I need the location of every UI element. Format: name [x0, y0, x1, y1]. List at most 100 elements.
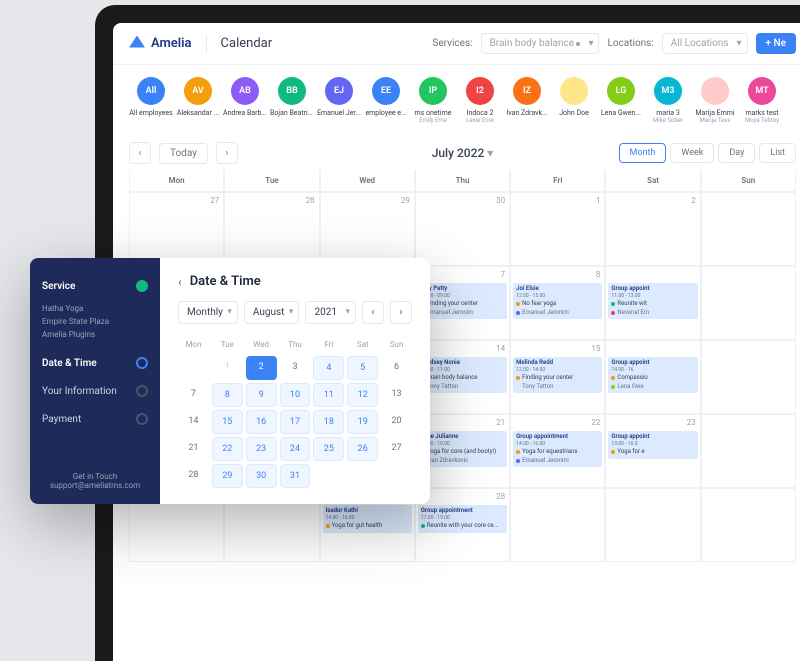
brand-logo[interactable]: Amelia	[129, 36, 192, 52]
mini-day[interactable]: 14	[178, 410, 209, 434]
mini-prev-button[interactable]: ‹	[362, 301, 384, 324]
mini-next-button[interactable]: ›	[390, 301, 412, 324]
mini-day[interactable]: 18	[313, 410, 344, 434]
mini-day[interactable]: 25	[313, 437, 344, 461]
employee-4[interactable]: EJEmanuel Jer...	[317, 77, 361, 124]
calendar-cell[interactable]: 27	[129, 192, 224, 266]
calendar-cell[interactable]: 1	[510, 192, 605, 266]
employee-11[interactable]: M3maria 3Mike Sober	[646, 77, 690, 124]
services-select[interactable]: Brain body balance	[481, 33, 600, 54]
calendar-event[interactable]: Joi Elsie12.00 - 15.00No fear yogaEmanue…	[513, 283, 602, 319]
mini-day[interactable]: 15	[212, 410, 243, 434]
avatar: All	[137, 77, 165, 105]
calendar-cell[interactable]	[510, 488, 605, 562]
step-service[interactable]: Service	[42, 272, 148, 300]
calendar-title[interactable]: July 2022 ▾	[432, 146, 494, 160]
mini-day[interactable]: 22	[212, 437, 243, 461]
prev-button[interactable]: ‹	[129, 142, 151, 164]
calendar-cell[interactable]: Group appoint11.00 - 13.00Reunite witNev…	[605, 266, 700, 340]
mini-day[interactable]: 6	[381, 356, 412, 380]
locations-select[interactable]: All Locations	[662, 33, 748, 54]
new-button[interactable]: + Ne	[756, 33, 797, 54]
view-tab-week[interactable]: Week	[670, 143, 714, 163]
mini-day[interactable]: 10	[280, 383, 311, 407]
mini-day[interactable]: 21	[178, 437, 209, 461]
back-arrow-icon[interactable]: ‹	[178, 275, 182, 289]
mini-day[interactable]: 29	[212, 464, 243, 488]
calendar-cell[interactable]: 30	[415, 192, 510, 266]
today-button[interactable]: Today	[159, 143, 208, 164]
employee-9[interactable]: John Doe	[552, 77, 596, 124]
mini-day[interactable]: 7	[178, 383, 209, 407]
mini-day[interactable]: 13	[381, 383, 412, 407]
employee-12[interactable]: Marija EmmiMarija Tess	[693, 77, 737, 124]
month-select[interactable]: August	[244, 301, 300, 324]
mini-day[interactable]: 8	[212, 383, 243, 407]
mini-day[interactable]: 27	[381, 437, 412, 461]
calendar-event[interactable]: Lane Julianne08.00 - 10.00Yoga for core …	[418, 431, 507, 467]
mini-day[interactable]: 26	[347, 437, 378, 461]
mini-day[interactable]: 19	[347, 410, 378, 434]
mini-day[interactable]: 9	[246, 383, 277, 407]
calendar-event[interactable]: Isador Kathi14.00 - 16.00Yoga for gut he…	[323, 505, 412, 533]
employee-10[interactable]: LGLena Gwen...	[599, 77, 643, 124]
step-your-information[interactable]: Your Information	[42, 377, 148, 405]
employee-6[interactable]: IPms onetimeEmily Erne	[411, 77, 455, 124]
calendar-cell[interactable]: 29	[320, 192, 415, 266]
mini-day[interactable]: 3	[280, 356, 311, 380]
calendar-event[interactable]: Group appointment17.00 - 19.00Reunite wi…	[418, 505, 507, 533]
mini-day[interactable]: 31	[280, 464, 311, 488]
mini-day[interactable]: 28	[178, 464, 209, 488]
mini-day[interactable]: 20	[381, 410, 412, 434]
calendar-cell[interactable]: 22Group appointment14.00 - 16.00Yoga for…	[510, 414, 605, 488]
step-date-&-time[interactable]: Date & Time	[42, 349, 148, 377]
calendar-cell[interactable]	[605, 488, 700, 562]
calendar-event[interactable]: Lyndsey Nonie09.00 - 11.00Brain body bal…	[418, 357, 507, 393]
mini-day[interactable]: 30	[246, 464, 277, 488]
employee-7[interactable]: I2Indoca 2Lexie Erne	[458, 77, 502, 124]
mini-day[interactable]: 16	[246, 410, 277, 434]
mini-day[interactable]: 4	[313, 356, 344, 380]
employee-0[interactable]: AllAll employees	[129, 77, 173, 124]
calendar-cell[interactable]	[701, 414, 796, 488]
calendar-event[interactable]: Group appointment14.00 - 16.00Yoga for e…	[513, 431, 602, 467]
next-button[interactable]: ›	[216, 142, 238, 164]
calendar-cell[interactable]: 28	[224, 192, 319, 266]
employee-2[interactable]: ABAndrea Barber	[223, 77, 267, 124]
year-select[interactable]: 2021	[305, 301, 356, 324]
view-tab-month[interactable]: Month	[619, 143, 667, 163]
calendar-event[interactable]: Group appoint13.00 - 16.0Yoga for e	[608, 431, 697, 459]
mini-day[interactable]: 2	[246, 356, 277, 380]
view-tab-day[interactable]: Day	[718, 143, 755, 163]
frequency-select[interactable]: Monthly	[178, 301, 238, 324]
calendar-cell[interactable]: 23Group appoint13.00 - 16.0Yoga for e	[605, 414, 700, 488]
mini-day[interactable]: 23	[246, 437, 277, 461]
mini-day[interactable]: 17	[280, 410, 311, 434]
calendar-event[interactable]: Issy Patty07.00 - 09.00Finding your cent…	[418, 283, 507, 319]
calendar-cell[interactable]	[701, 192, 796, 266]
employee-8[interactable]: IZIvan Zdravk...	[505, 77, 549, 124]
calendar-cell[interactable]	[701, 488, 796, 562]
employee-13[interactable]: MTmarks testMoya Tebroy	[740, 77, 784, 124]
calendar-cell[interactable]: 8Joi Elsie12.00 - 15.00No fear yogaEmanu…	[510, 266, 605, 340]
mini-day[interactable]: 1	[212, 356, 243, 380]
calendar-cell[interactable]: 15Melinda Redd12.00 - 14.00Finding your …	[510, 340, 605, 414]
calendar-cell[interactable]	[701, 266, 796, 340]
step-payment[interactable]: Payment	[42, 405, 148, 433]
calendar-cell[interactable]: 2	[605, 192, 700, 266]
weekday-head: Tue	[224, 170, 319, 192]
calendar-event[interactable]: Group appoint11.00 - 13.00Reunite witNev…	[608, 283, 697, 319]
mini-day[interactable]: 24	[280, 437, 311, 461]
mini-day[interactable]: 12	[347, 383, 378, 407]
calendar-event[interactable]: Group appoint14.00 - 16.CompassioLena Gw…	[608, 357, 697, 393]
calendar-event[interactable]: Melinda Redd12.00 - 14.00Finding your ce…	[513, 357, 602, 393]
view-tab-list[interactable]: List	[759, 143, 796, 163]
mini-day[interactable]: 5	[347, 356, 378, 380]
employee-3[interactable]: BBBojan Beatrice	[270, 77, 314, 124]
calendar-cell[interactable]	[701, 340, 796, 414]
weekday-head: Thu	[415, 170, 510, 192]
mini-day[interactable]: 11	[313, 383, 344, 407]
calendar-cell[interactable]: Group appoint14.00 - 16.CompassioLena Gw…	[605, 340, 700, 414]
employee-5[interactable]: EEemployee e...	[364, 77, 408, 124]
employee-1[interactable]: AVAleksandar ...	[176, 77, 220, 124]
